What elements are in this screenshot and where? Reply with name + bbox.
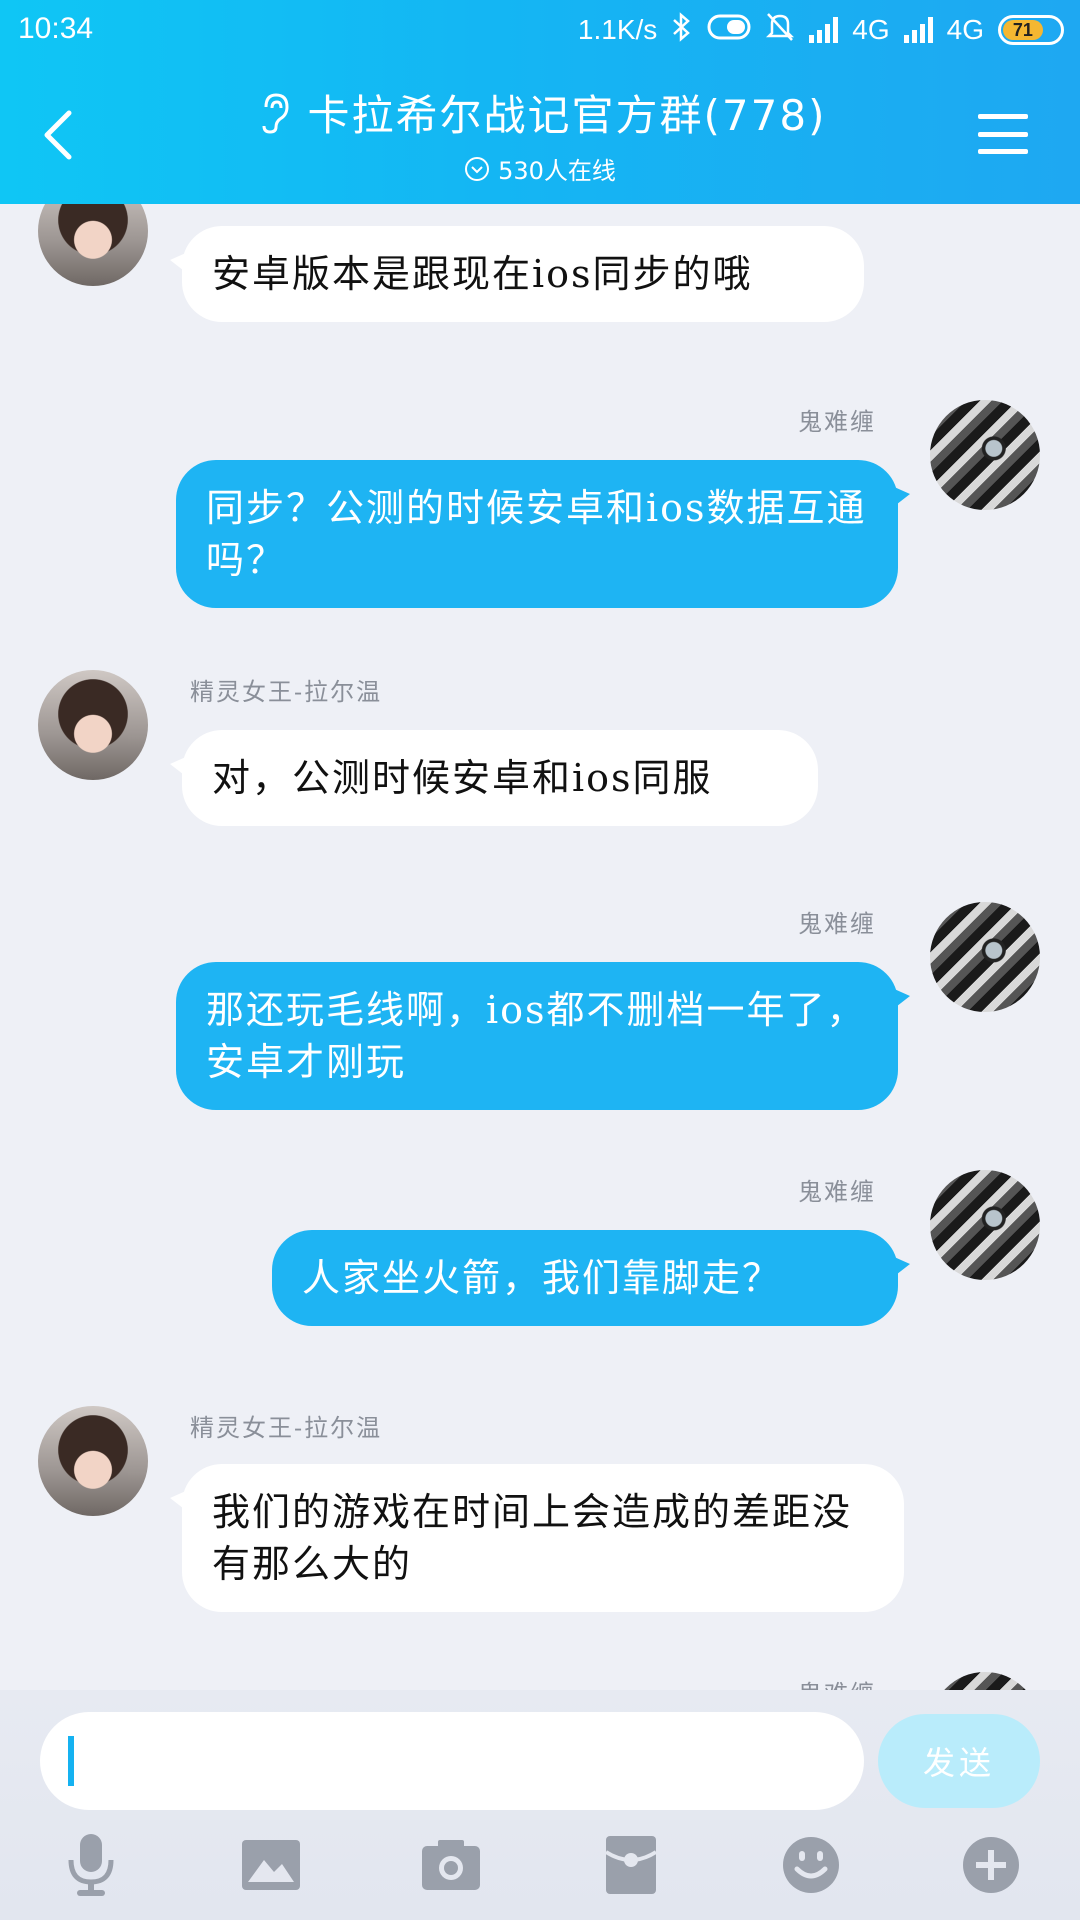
image-icon[interactable] [236, 1830, 306, 1900]
plus-icon[interactable] [956, 1830, 1026, 1900]
composer-bar: 发送 [0, 1690, 1080, 1920]
ear-mode-icon [254, 91, 294, 135]
message-bubble-outgoing[interactable]: 同步？公测的时候安卓和ios数据互通吗？ [176, 460, 910, 608]
avatar[interactable] [38, 204, 148, 286]
red-packet-icon[interactable] [596, 1830, 666, 1900]
emoji-icon[interactable] [776, 1830, 846, 1900]
back-button[interactable] [36, 100, 80, 170]
sender-name: 精灵女王-拉尔温 [190, 678, 383, 706]
avatar[interactable] [930, 400, 1040, 510]
network-type-2: 4G [946, 14, 984, 45]
avatar[interactable] [930, 1672, 1040, 1690]
avatar[interactable] [930, 1170, 1040, 1280]
message-list[interactable]: 安卓版本是跟现在ios同步的哦 鬼难缠 同步？公测的时候安卓和ios数据互通吗？… [0, 204, 1080, 1690]
message-input[interactable] [40, 1712, 864, 1810]
menu-icon[interactable] [978, 114, 1028, 154]
message-bubble-outgoing[interactable]: 那还玩毛线啊，ios都不删档一年了，安卓才刚玩 [176, 962, 910, 1110]
status-bar: 10:34 1.1K/s 4G 4G 71 [0, 0, 1080, 62]
bluetooth-icon [671, 11, 693, 49]
message-bubble-outgoing[interactable]: 人家坐火箭，我们靠脚走？ [272, 1230, 910, 1326]
battery-level: 71 [1003, 20, 1043, 40]
message-bubble-incoming[interactable]: 对，公测时候安卓和ios同服 [170, 730, 818, 826]
camera-icon[interactable] [416, 1830, 486, 1900]
message-bubble-incoming[interactable]: 安卓版本是跟现在ios同步的哦 [170, 226, 864, 322]
sender-name: 精灵女王-拉尔温 [190, 1414, 383, 1442]
chevron-left-icon [44, 110, 72, 160]
message-bubble-incoming[interactable]: 我们的游戏在时间上会造成的差距没有那么大的 [170, 1464, 904, 1612]
avatar[interactable] [38, 1406, 148, 1516]
sender-name: 鬼难缠 [798, 408, 876, 436]
chevron-down-circle-icon [465, 156, 490, 181]
composer-toolbar [0, 1830, 1080, 1910]
page-title: 卡拉希尔战记官方群(778) [307, 91, 827, 140]
status-time: 10:34 [18, 12, 94, 45]
chat-title-area[interactable]: 卡拉希尔战记官方群(778) 530人在线 [150, 82, 930, 186]
avatar[interactable] [930, 902, 1040, 1012]
net-speed: 1.1K/s [577, 14, 658, 45]
notifications-off-icon [765, 11, 795, 50]
sender-name: 鬼难缠 [798, 1674, 876, 1690]
sender-name: 鬼难缠 [798, 1178, 876, 1206]
network-type-1: 4G [852, 14, 890, 45]
status-icons: 1.1K/s 4G 4G 71 [578, 10, 1064, 50]
mic-icon[interactable] [56, 1830, 126, 1900]
signal-icon-2 [903, 17, 933, 43]
sender-name: 鬼难缠 [798, 910, 876, 938]
send-button[interactable]: 发送 [878, 1714, 1040, 1808]
battery-icon: 71 [998, 15, 1064, 45]
avatar[interactable] [38, 670, 148, 780]
vibrate-toggle-icon [707, 14, 751, 47]
signal-icon [809, 17, 839, 43]
top-bar: 10:34 1.1K/s 4G 4G 71 卡拉希尔战记官方群(778) 530… [0, 0, 1080, 204]
text-caret [68, 1736, 74, 1786]
online-count: 530人在线 [498, 157, 616, 185]
